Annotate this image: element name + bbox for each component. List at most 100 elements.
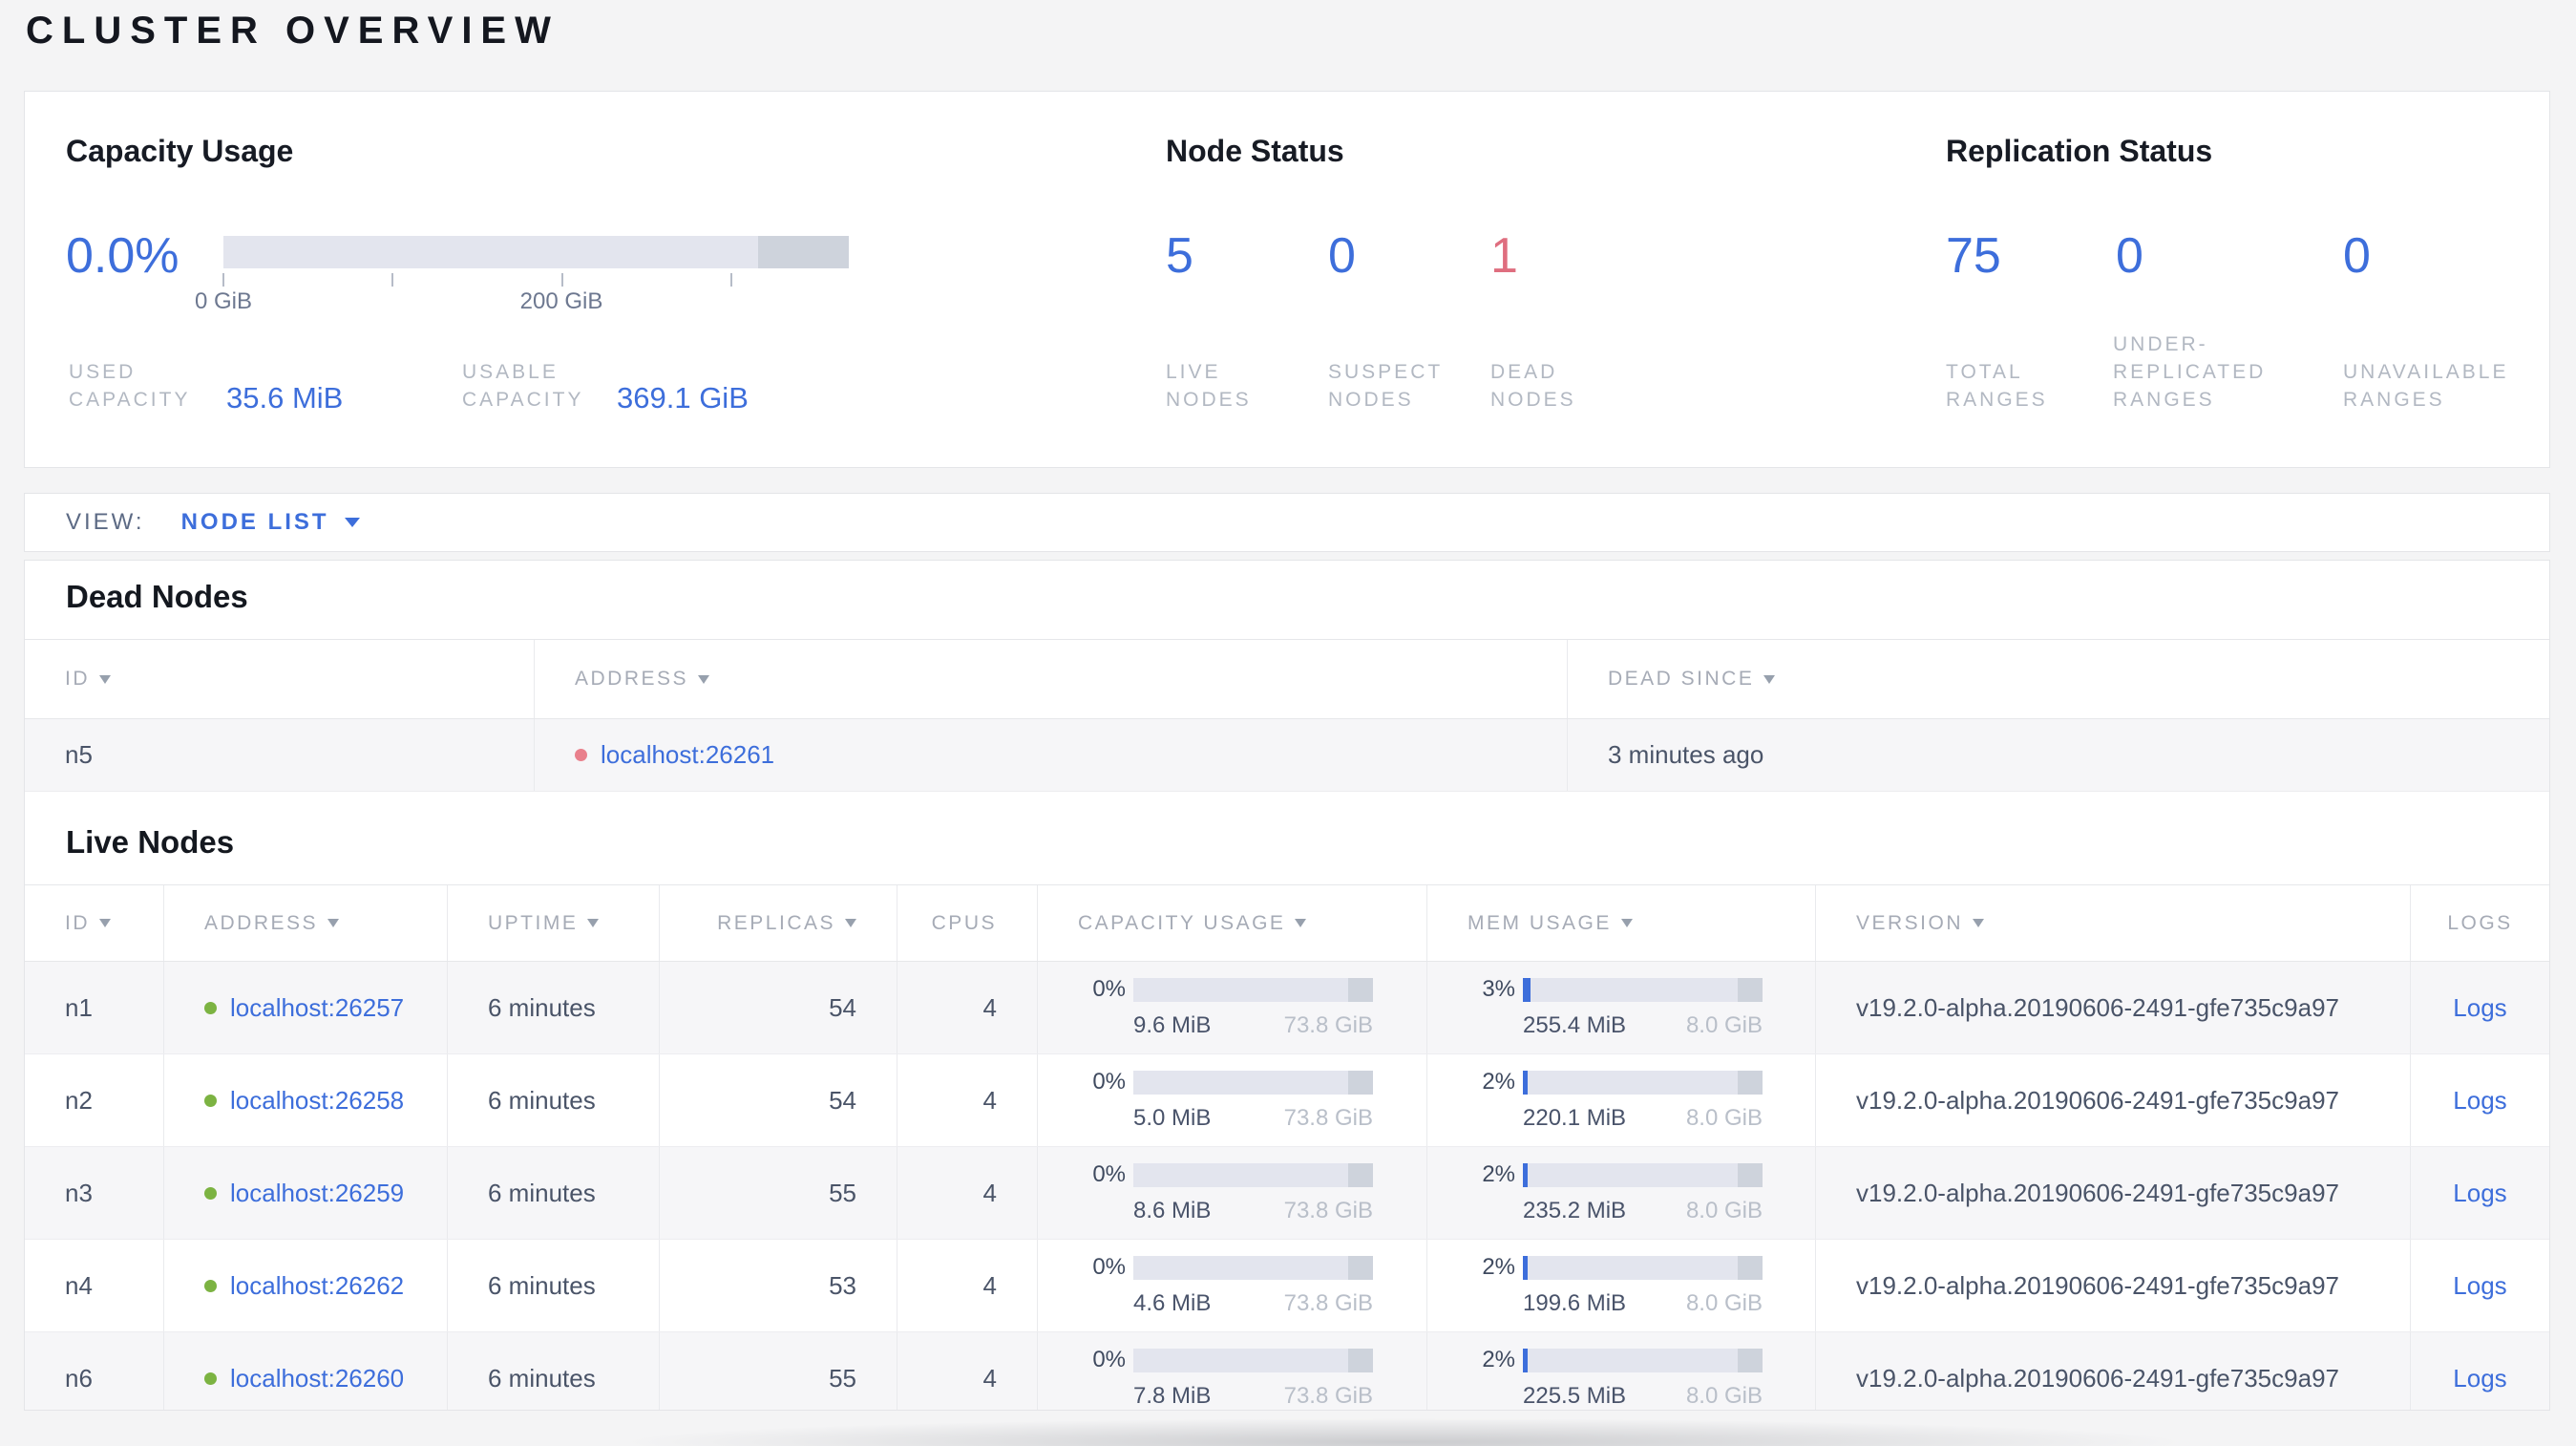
live-status-dot-icon	[204, 1372, 217, 1385]
page-title: CLUSTER OVERVIEW	[26, 10, 560, 52]
column-header-cpus[interactable]: CPUS	[897, 885, 1037, 961]
node-address-link[interactable]: localhost:26257	[230, 993, 404, 1023]
node-id: n6	[65, 1363, 93, 1393]
dead-node-id: n5	[65, 740, 93, 769]
mem-mini-bar	[1523, 977, 1763, 1002]
live-nodes-label: LIVE NODES	[1166, 361, 1252, 411]
logs-link[interactable]: Logs	[2453, 1086, 2506, 1116]
dead-node-address-cell: localhost:26261	[534, 719, 1567, 791]
node-cpus: 4	[897, 1240, 1037, 1331]
dead-node-address-link[interactable]: localhost:26261	[601, 740, 774, 770]
mem-mini-bar	[1523, 1348, 1763, 1372]
view-label: VIEW:	[66, 509, 145, 535]
bottom-shadow	[592, 1417, 2215, 1446]
sort-desc-icon	[1295, 919, 1307, 927]
dead-nodes-table-header: ID ADDRESS DEAD SINCE	[25, 639, 2549, 719]
node-capacity-usage: 0% 7.8 MiB 73.8 GiB	[1037, 1332, 1426, 1410]
node-capacity-usage: 0% 8.6 MiB 73.8 GiB	[1037, 1147, 1426, 1239]
node-logs-cell: Logs	[2410, 1147, 2549, 1239]
node-address-link[interactable]: localhost:26262	[230, 1271, 404, 1301]
node-logs-cell: Logs	[2410, 962, 2549, 1053]
sort-desc-icon	[1763, 674, 1776, 684]
column-header-id[interactable]: ID	[25, 885, 163, 961]
column-header-uptime[interactable]: UPTIME	[447, 885, 659, 961]
logs-link[interactable]: Logs	[2453, 1364, 2506, 1393]
node-mem-usage: 2% 225.5 MiB 8.0 GiB	[1426, 1332, 1815, 1410]
total-ranges-label: TOTAL RANGES	[1946, 361, 2048, 411]
node-version: v19.2.0-alpha.20190606-2491-gfe735c9a97	[1815, 1332, 2410, 1410]
node-capacity-usage: 0% 5.0 MiB 73.8 GiB	[1037, 1054, 1426, 1146]
node-address-cell: localhost:26260	[163, 1332, 447, 1410]
node-cpus: 4	[897, 1147, 1037, 1239]
sort-desc-icon	[99, 674, 111, 684]
used-capacity-value: 35.6 MiB	[226, 381, 344, 415]
axis-tick	[222, 273, 224, 287]
view-selector-bar: VIEW: NODE LIST	[24, 493, 2550, 552]
logs-link[interactable]: Logs	[2453, 1179, 2506, 1208]
node-logs-cell: Logs	[2410, 1240, 2549, 1331]
logs-link[interactable]: Logs	[2453, 993, 2506, 1023]
capacity-mini-bar	[1133, 1255, 1373, 1280]
column-header-id[interactable]: ID	[25, 640, 534, 718]
axis-tick-label: 0 GiB	[194, 288, 253, 314]
node-version: v19.2.0-alpha.20190606-2491-gfe735c9a97	[1815, 1240, 2410, 1331]
node-id: n3	[65, 1178, 93, 1207]
node-mem-usage: 2% 235.2 MiB 8.0 GiB	[1426, 1147, 1815, 1239]
column-header-version[interactable]: VERSION	[1815, 885, 2410, 961]
node-address-cell: localhost:26259	[163, 1147, 447, 1239]
column-header-address[interactable]: ADDRESS	[534, 640, 1567, 718]
column-header-capacity-usage[interactable]: CAPACITY USAGE	[1037, 885, 1426, 961]
axis-tick	[391, 273, 393, 287]
node-id: n1	[65, 992, 93, 1022]
column-header-address[interactable]: ADDRESS	[163, 885, 447, 961]
dead-status-dot-icon	[575, 749, 587, 761]
node-uptime: 6 minutes	[447, 1240, 659, 1331]
replication-status-section: Replication Status 75 0 0 TOTAL RANGES UN…	[1946, 92, 2538, 467]
node-address-cell: localhost:26257	[163, 962, 447, 1053]
node-mem-usage: 2% 220.1 MiB 8.0 GiB	[1426, 1054, 1815, 1146]
capacity-usage-section: Capacity Usage 0.0% 0 GiB 200 GiB USED C…	[66, 92, 1116, 467]
sort-desc-icon	[698, 674, 710, 684]
node-address-link[interactable]: localhost:26258	[230, 1086, 404, 1116]
column-header-mem-usage[interactable]: MEM USAGE	[1426, 885, 1815, 961]
node-address-link[interactable]: localhost:26259	[230, 1179, 404, 1208]
column-header-dead-since[interactable]: DEAD SINCE	[1567, 640, 2549, 718]
live-status-dot-icon	[204, 1279, 217, 1292]
table-row: n4 localhost:26262 6 minutes 53 4 0% 4.6…	[25, 1240, 2549, 1332]
under-replicated-count: 0	[2116, 228, 2143, 284]
live-status-dot-icon	[204, 1001, 217, 1014]
node-capacity-usage: 0% 4.6 MiB 73.8 GiB	[1037, 1240, 1426, 1331]
sort-desc-icon	[327, 919, 340, 927]
node-uptime: 6 minutes	[447, 1054, 659, 1146]
unavailable-ranges-count: 0	[2343, 228, 2371, 284]
view-dropdown[interactable]: NODE LIST	[181, 509, 360, 536]
node-status-heading: Node Status	[1166, 134, 1344, 168]
total-ranges-count: 75	[1946, 228, 2001, 284]
node-replicas: 55	[659, 1147, 897, 1239]
capacity-mini-bar	[1133, 977, 1373, 1002]
live-nodes-heading: Live Nodes	[66, 824, 235, 860]
logs-link[interactable]: Logs	[2453, 1271, 2506, 1301]
under-replicated-label: UNDER- REPLICATED RANGES	[2113, 333, 2267, 411]
node-address-link[interactable]: localhost:26260	[230, 1364, 404, 1393]
used-capacity-label: USED CAPACITY	[69, 361, 191, 411]
node-status-section: Node Status 5 0 1 LIVE NODES SUSPECT NODES…	[1166, 92, 1911, 467]
cluster-overview-page: CLUSTER OVERVIEW Capacity Usage 0.0% 0 G…	[0, 0, 2576, 1446]
dead-node-row: n5 localhost:26261 3 minutes ago	[25, 719, 2549, 792]
dead-nodes-heading: Dead Nodes	[66, 579, 248, 614]
node-replicas: 55	[659, 1332, 897, 1410]
summary-card: Capacity Usage 0.0% 0 GiB 200 GiB USED C…	[24, 91, 2550, 468]
live-status-dot-icon	[204, 1094, 217, 1107]
mem-mini-bar	[1523, 1162, 1763, 1187]
node-uptime: 6 minutes	[447, 962, 659, 1053]
node-cpus: 4	[897, 962, 1037, 1053]
node-version: v19.2.0-alpha.20190606-2491-gfe735c9a97	[1815, 1054, 2410, 1146]
node-logs-cell: Logs	[2410, 1054, 2549, 1146]
sort-desc-icon	[1973, 919, 1985, 927]
node-version: v19.2.0-alpha.20190606-2491-gfe735c9a97	[1815, 962, 2410, 1053]
node-version: v19.2.0-alpha.20190606-2491-gfe735c9a97	[1815, 1147, 2410, 1239]
table-row: n1 localhost:26257 6 minutes 54 4 0% 9.6…	[25, 962, 2549, 1054]
node-address-cell: localhost:26258	[163, 1054, 447, 1146]
column-header-replicas[interactable]: REPLICAS	[659, 885, 897, 961]
capacity-percent: 0.0%	[66, 228, 179, 284]
